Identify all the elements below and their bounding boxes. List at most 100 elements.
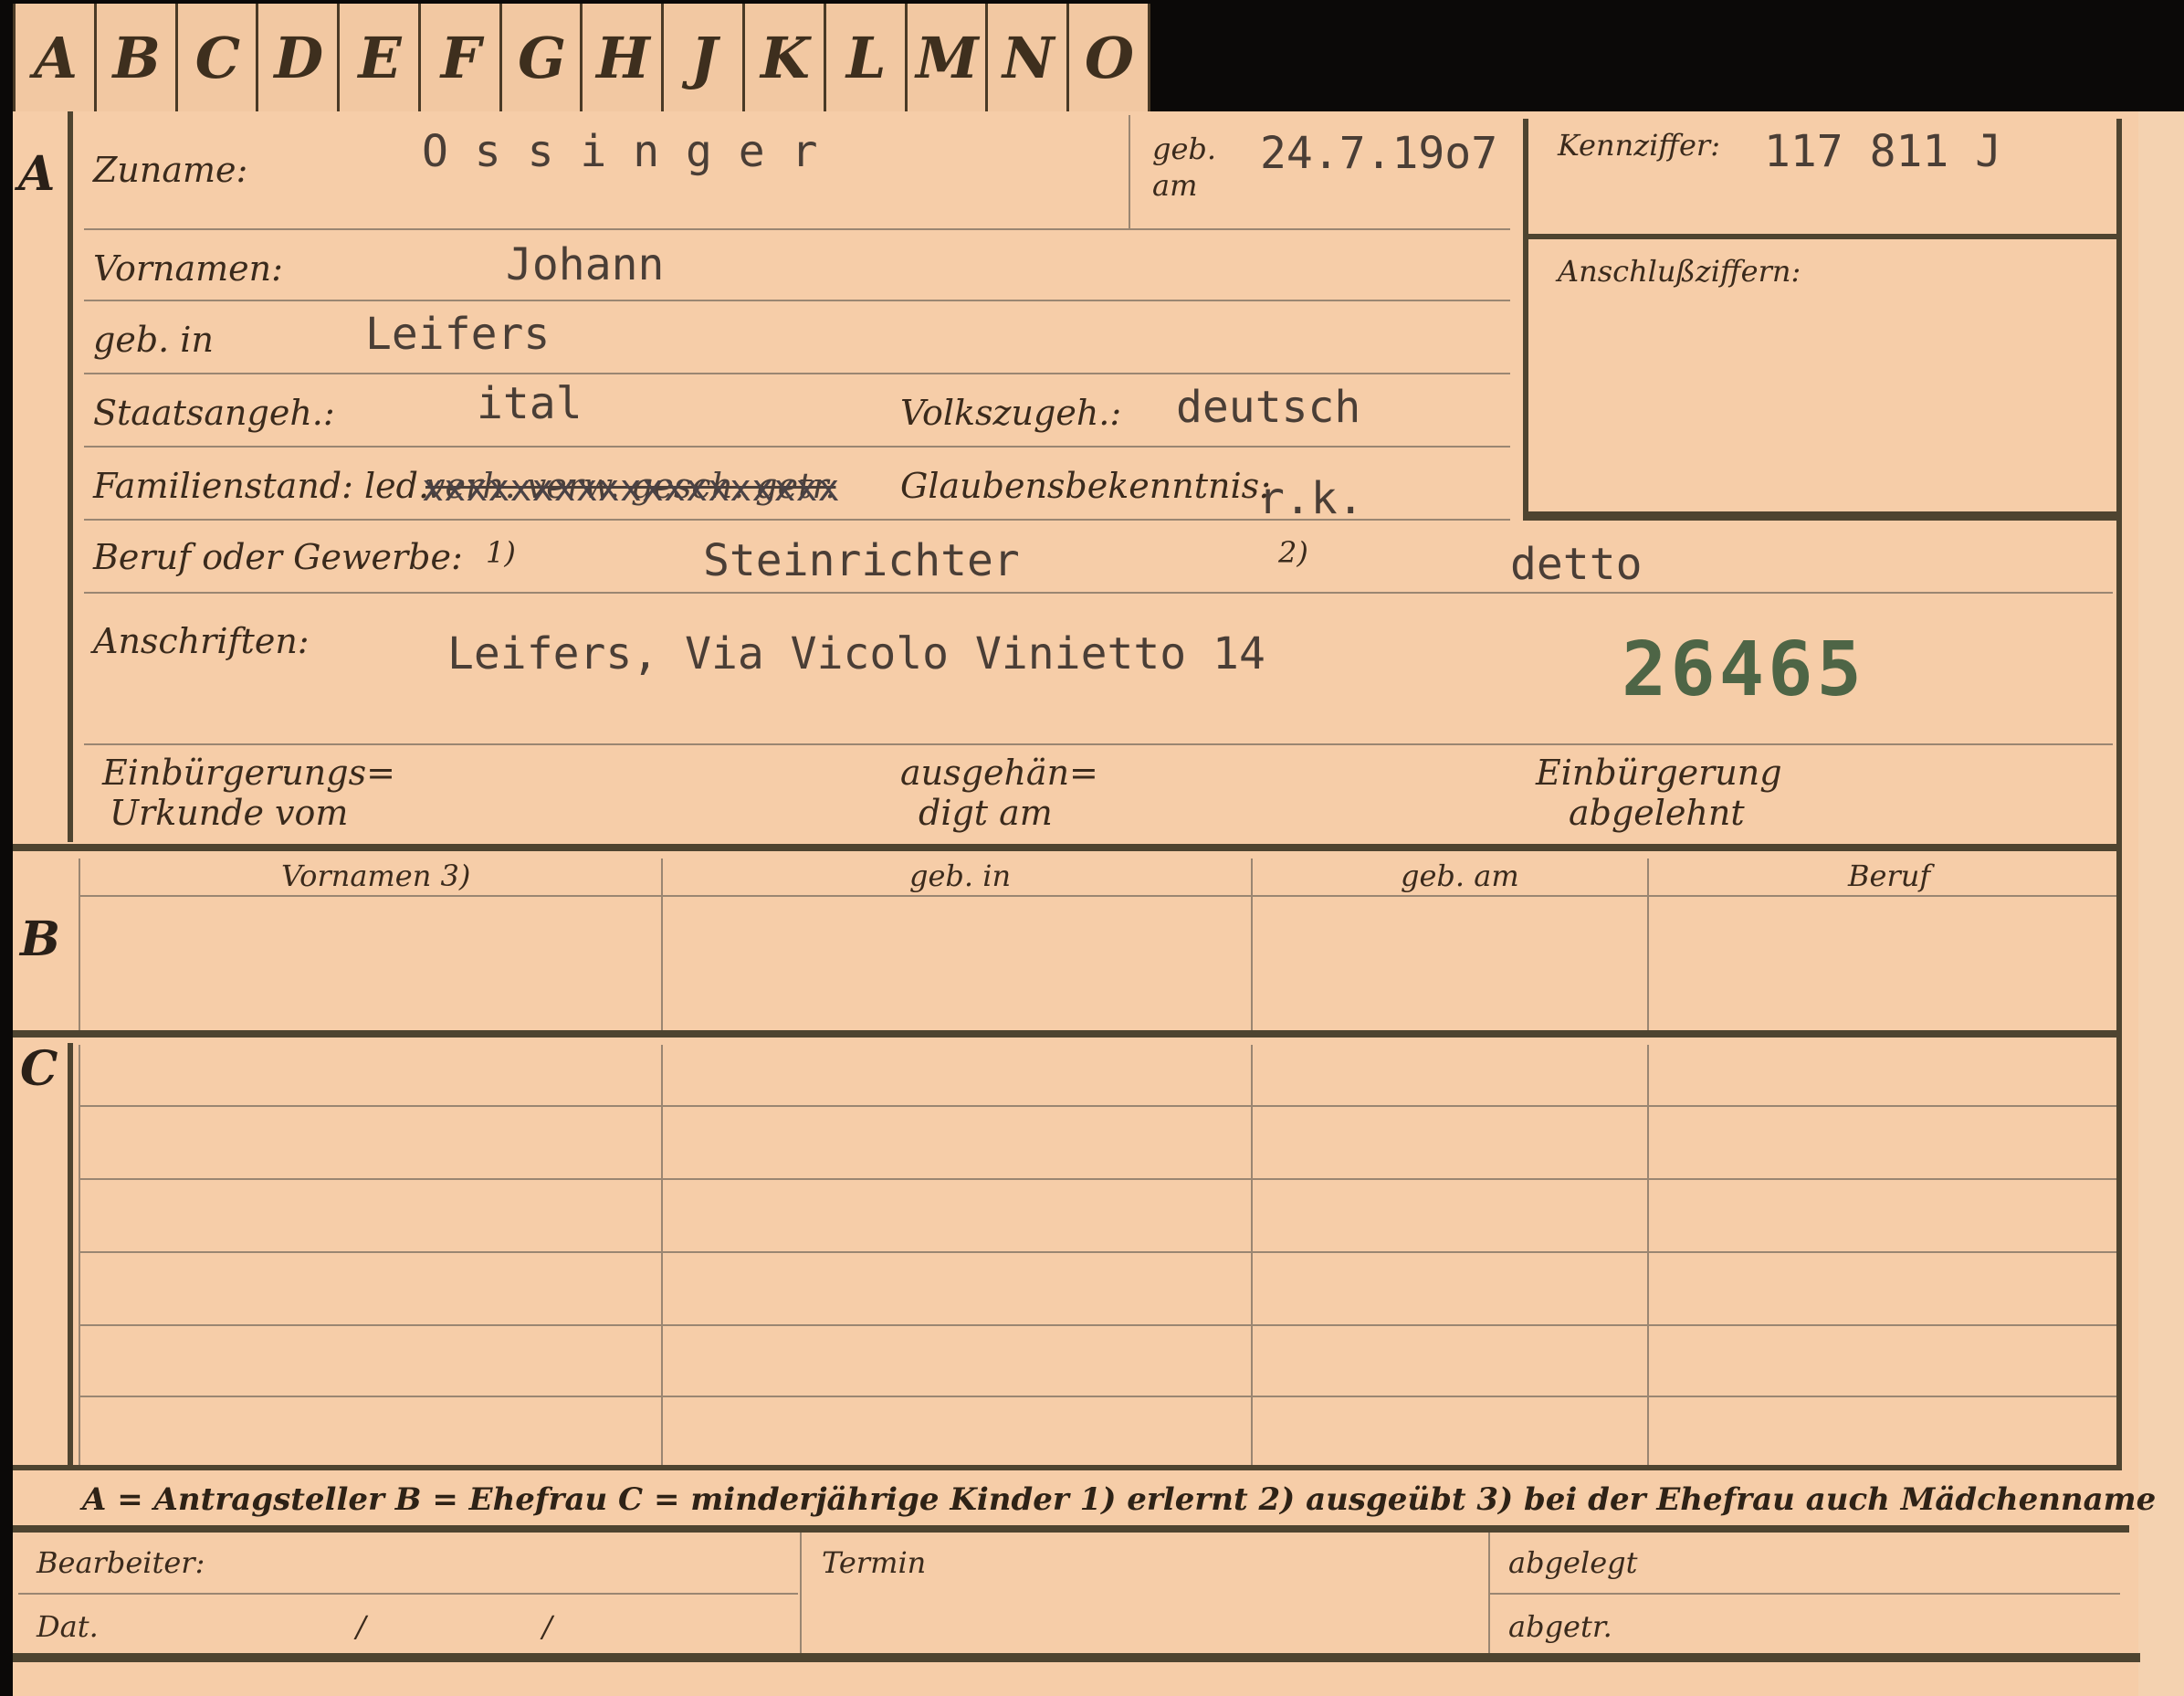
b-col-rule-3 (1647, 859, 1649, 1032)
row-rule-7 (84, 743, 2113, 745)
staatsangeh-label: Staatsangeh.: (93, 393, 335, 433)
row-rule-5 (84, 519, 1510, 521)
tab-d[interactable]: D (258, 4, 341, 111)
section-c-letter: C (20, 1041, 58, 1097)
tab-k[interactable]: K (745, 4, 826, 111)
ausgehaendigt-label-2: digt am (919, 793, 1053, 833)
bearbeiter-label: Bearbeiter: (37, 1545, 205, 1580)
table-header-geb-am: geb. am (1401, 859, 1519, 893)
footer-rule-left (18, 1593, 798, 1595)
alphabet-tab-strip: A B C D E F G H J K L M N O (13, 4, 1150, 117)
geb-in-label: geb. in (93, 320, 214, 360)
familienstand-label: Familienstand: led. (93, 466, 430, 506)
geb-in-value: Leifers (365, 309, 551, 360)
row-rule-4 (84, 446, 1510, 448)
kennziffer-divider (1523, 234, 2116, 239)
c-col-rule-0 (79, 1045, 80, 1467)
left-margin-rule-a (68, 111, 73, 842)
beruf-value: Steinrichter (703, 535, 1020, 586)
volkszugeh-label: Volkszugeh.: (900, 393, 1122, 433)
card-bottom-rule (13, 1653, 2140, 1662)
stamp-number: 26465 (1622, 627, 1865, 713)
tab-n[interactable]: N (988, 4, 1070, 111)
table-header-vornamen: Vornamen 3) (281, 859, 471, 893)
card-right-edge (2138, 111, 2184, 1696)
footer-rule-right (1490, 1593, 2120, 1595)
kennziffer-box-left (1523, 119, 1528, 521)
dat-label: Dat. (37, 1609, 99, 1644)
row-rule-6 (84, 592, 2113, 594)
tab-h[interactable]: H (583, 4, 665, 111)
row-rule-3 (84, 373, 1510, 374)
c-row-rule-1 (79, 1105, 2116, 1107)
table-header-geb-in: geb. in (909, 859, 1012, 893)
familienstand-x-marks: xxxxxxxxxxxxxxxxxxx (422, 468, 840, 510)
row-rule-1 (84, 228, 1510, 230)
footer-divider-1 (800, 1533, 802, 1653)
vornamen-label: Vornamen: (93, 248, 283, 289)
tab-f[interactable]: F (421, 4, 502, 111)
abgetr-label: abgetr. (1508, 1609, 1612, 1644)
geb-am-label-1: geb. (1152, 132, 1217, 166)
kennziffer-value: 117 811 J (1764, 126, 2002, 177)
vornamen-value: Johann (506, 239, 665, 290)
tab-l[interactable]: L (826, 4, 908, 111)
ausgehaendigt-label-1: ausgehän= (900, 753, 1098, 793)
date-slash-1: / (356, 1609, 366, 1644)
b-col-rule-2 (1251, 859, 1253, 1032)
c-col-rule-1 (661, 1045, 663, 1467)
tab-o[interactable]: O (1069, 4, 1150, 111)
tab-c[interactable]: C (178, 4, 259, 111)
glaubensbekenntnis-value: r.k. (1258, 473, 1364, 524)
section-b-top-rule (13, 844, 2122, 851)
c-row-rule-5 (79, 1396, 2116, 1397)
kennziffer-label: Kennziffer: (1558, 128, 1720, 163)
legend-bottom-rule (13, 1525, 2129, 1533)
einbuergerung-abgelehnt-label-2: abgelehnt (1569, 793, 1745, 833)
card-body (13, 111, 2140, 1696)
tab-b[interactable]: B (97, 4, 178, 111)
abgelegt-label: abgelegt (1508, 1545, 1638, 1580)
anschriften-value: Leifers, Via Vicolo Vinietto 14 (447, 628, 1265, 679)
einbuergerung-urkunde-label-2: Urkunde vom (110, 793, 349, 833)
date-slash-2: / (542, 1609, 552, 1644)
legend: A = Antragsteller B = Ehefrau C = minder… (82, 1481, 2157, 1518)
beruf-label: Beruf oder Gewerbe: (93, 537, 463, 577)
tab-g[interactable]: G (502, 4, 583, 111)
table-header-rule (79, 895, 2116, 897)
beruf-value-2: detto (1510, 539, 1643, 590)
tab-e[interactable]: E (340, 4, 421, 111)
staatsangeh-value: ital (477, 378, 583, 429)
row-rule-2 (84, 300, 1510, 301)
kennziffer-box-bottom (1523, 511, 2122, 521)
volkszugeh-value: deutsch (1176, 382, 1361, 433)
tab-a[interactable]: A (13, 4, 97, 111)
geb-am-value: 24.7.19o7 (1260, 128, 1498, 179)
section-b-letter: B (20, 911, 60, 967)
tab-j[interactable]: J (664, 4, 746, 111)
b-col-rule-1 (661, 859, 663, 1032)
glaubensbekenntnis-label: Glaubensbekenntnis: (900, 466, 1271, 506)
c-col-rule-3 (1647, 1045, 1649, 1467)
b-col-rule-0 (79, 859, 80, 1032)
right-frame-rule (2116, 119, 2122, 1470)
c-row-rule-2 (79, 1178, 2116, 1180)
geb-am-label-2: am (1152, 168, 1198, 203)
section-c-top-rule (13, 1030, 2122, 1038)
section-a-letter: A (18, 146, 56, 202)
beruf-footnote-2: 2) (1278, 535, 1308, 570)
legend-top-rule (13, 1465, 2122, 1470)
left-margin-rule-c (68, 1043, 73, 1467)
einbuergerung-urkunde-label-1: Einbürgerungs= (102, 753, 395, 793)
einbuergerung-abgelehnt-label-1: Einbürgerung (1536, 753, 1782, 793)
c-col-rule-2 (1251, 1045, 1253, 1467)
geb-am-divider (1129, 115, 1130, 228)
zuname-label: Zuname: (93, 150, 248, 190)
termin-label: Termin (822, 1545, 927, 1580)
c-row-rule-3 (79, 1251, 2116, 1253)
anschriften-label: Anschriften: (93, 621, 310, 661)
beruf-footnote-1: 1) (486, 535, 516, 570)
c-row-rule-4 (79, 1324, 2116, 1326)
zuname-value: O s s i n g e r (422, 126, 818, 177)
tab-m[interactable]: M (908, 4, 989, 111)
